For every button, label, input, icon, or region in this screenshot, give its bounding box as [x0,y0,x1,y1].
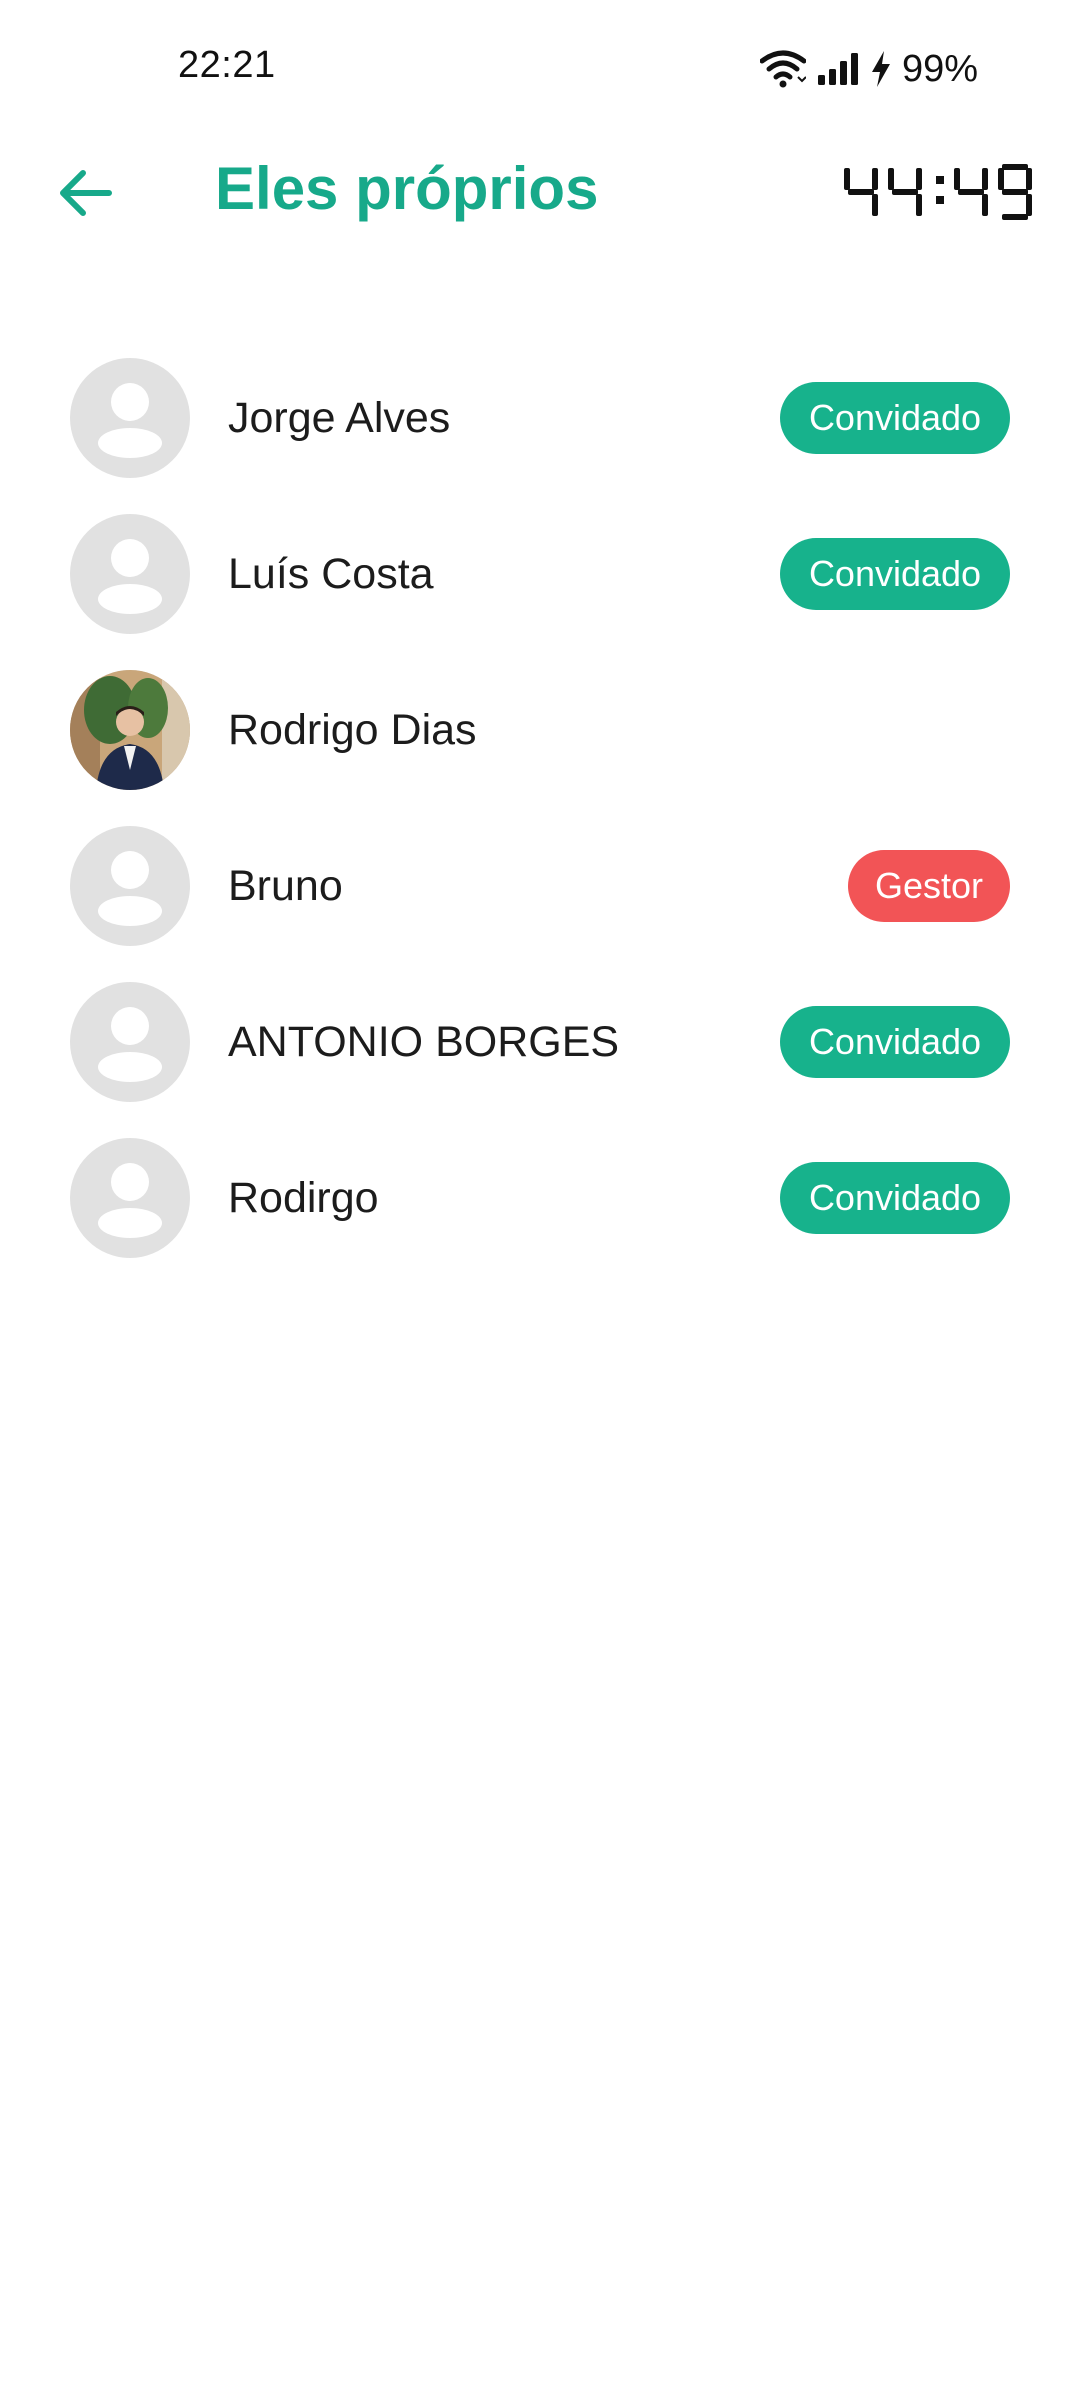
list-item[interactable]: ANTONIO BORGES Convidado [0,964,1080,1120]
status-bar: 22:21 99% [0,0,1080,130]
page-title: Eles próprios [215,155,599,222]
avatar [70,826,190,946]
timer-segment [998,168,1004,190]
list-item[interactable]: Rodirgo Convidado [0,1120,1080,1276]
list-item[interactable]: Jorge Alves Convidado [0,340,1080,496]
status-time: 22:21 [178,44,276,86]
battery-percentage: 99% [901,47,978,90]
timer-segment [848,189,874,195]
countdown-timer: 44:49 [842,150,1032,234]
timer-segment [872,168,878,190]
timer-segment [958,189,984,195]
member-list: Jorge Alves Convidado Luís Costa Convidado R… [0,340,1080,1276]
timer-segment [892,189,918,195]
timer-segment [916,168,922,190]
timer-segment [982,168,988,190]
app-header: Eles próprios 44:49 [0,140,1080,250]
user-placeholder-icon [98,1007,162,1082]
list-item[interactable]: Rodrigo Dias [0,652,1080,808]
avatar [70,1138,190,1258]
wifi-icon [759,49,806,89]
invited-badge: Convidado [780,538,1010,610]
avatar [70,358,190,478]
user-placeholder-icon [98,1163,162,1238]
arrow-left-icon [57,168,113,223]
invited-badge: Convidado [780,382,1010,454]
avatar-photo [70,670,190,790]
user-placeholder-icon [98,539,162,614]
back-button[interactable] [48,158,122,232]
timer-segment [1026,194,1032,216]
timer-segment [872,194,878,216]
timer-segment [916,194,922,216]
timer-segment [1002,189,1028,195]
timer-segment [888,168,894,190]
member-name: ANTONIO BORGES [228,1017,620,1066]
timer-display [844,164,1032,220]
timer-segment [982,194,988,216]
timer-segment [1002,214,1028,220]
list-item[interactable]: Bruno Gestor [0,808,1080,964]
avatar [70,514,190,634]
avatar [70,982,190,1102]
user-placeholder-icon [98,851,162,926]
timer-segment [1002,164,1028,170]
manager-badge: Gestor [848,850,1010,922]
invited-badge: Convidado [780,1162,1010,1234]
timer-segment [954,168,960,190]
invited-badge: Convidado [780,1006,1010,1078]
member-name: Rodrigo Dias [228,705,477,754]
charging-icon [870,50,892,88]
member-name: Rodirgo [228,1173,379,1222]
member-name: Luís Costa [228,549,434,598]
timer-segment [844,168,850,190]
signal-icon [816,51,860,87]
timer-colon-dot [936,176,944,184]
user-placeholder-icon [98,383,162,458]
timer-segment [1026,168,1032,190]
status-icons: 99% [759,44,978,94]
timer-colon-dot [936,196,944,204]
member-name: Bruno [228,861,343,910]
list-item[interactable]: Luís Costa Convidado [0,496,1080,652]
member-name: Jorge Alves [228,393,451,442]
